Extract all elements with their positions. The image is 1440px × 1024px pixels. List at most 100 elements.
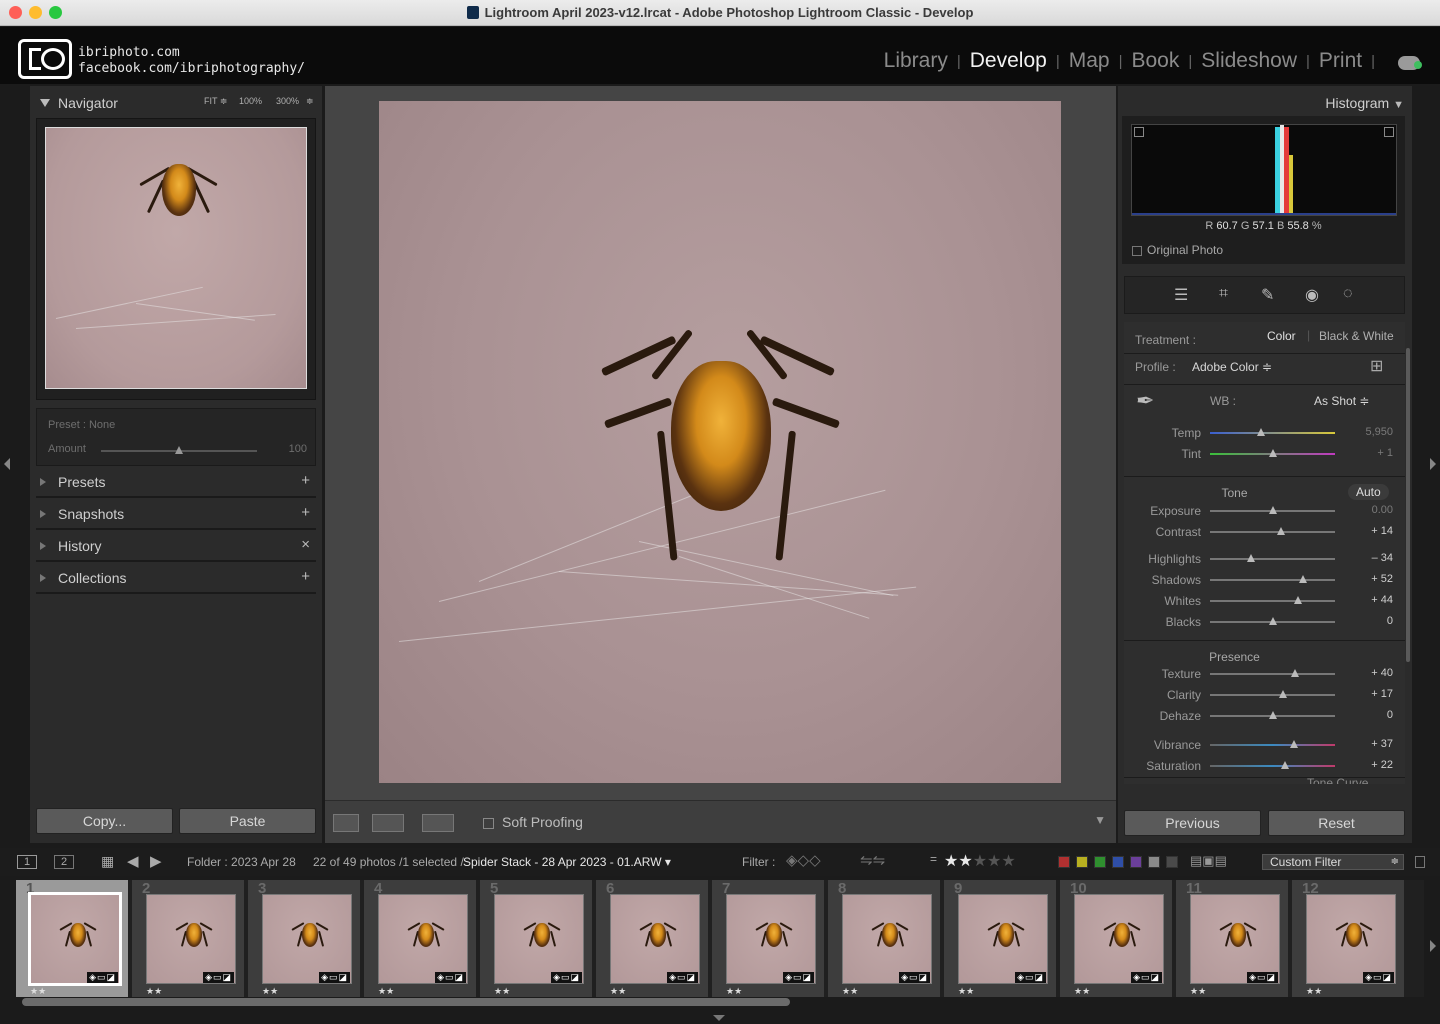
- color-label-swatch[interactable]: [1166, 856, 1178, 868]
- snapshots-section[interactable]: Snapshots +: [36, 500, 316, 530]
- slider-value-texture[interactable]: + 40: [1343, 667, 1393, 679]
- second-window-button[interactable]: 2: [54, 855, 75, 869]
- slider-value-clarity[interactable]: + 17: [1343, 688, 1393, 700]
- edit-badges-icon[interactable]: ◈▭◪: [203, 972, 234, 983]
- slider-thumb-exposure[interactable]: [1268, 506, 1277, 514]
- filmstrip-next-icon[interactable]: [1430, 940, 1436, 952]
- add-preset-icon[interactable]: +: [301, 472, 310, 489]
- edit-badges-icon[interactable]: ◈▭◪: [667, 972, 698, 983]
- zoom-more[interactable]: ≑: [306, 96, 314, 107]
- slider-track-vibrance[interactable]: [1210, 744, 1335, 746]
- copy-button[interactable]: Copy...: [36, 808, 173, 834]
- slider-track-texture[interactable]: [1210, 673, 1335, 675]
- soft-proofing-checkbox[interactable]: [483, 818, 494, 829]
- back-arrow-icon[interactable]: ◀: [127, 852, 139, 870]
- color-label-swatch[interactable]: [1148, 856, 1160, 868]
- filmstrip-cell[interactable]: 7 ◈▭◪ ★★: [712, 880, 826, 997]
- filmstrip-cell[interactable]: 6 ◈▭◪ ★★: [596, 880, 710, 997]
- zoom-100[interactable]: 100%: [239, 96, 262, 106]
- photo-thumbnail[interactable]: [610, 894, 700, 984]
- filmstrip-cell[interactable]: 4 ◈▭◪ ★★: [364, 880, 478, 997]
- filmstrip-cell[interactable]: 8 ◈▭◪ ★★: [828, 880, 942, 997]
- photo-thumbnail[interactable]: [726, 894, 816, 984]
- slider-track-whites[interactable]: [1210, 600, 1335, 602]
- slider-track-clarity[interactable]: [1210, 694, 1335, 696]
- rating-filter-stars[interactable]: ★★★★★: [944, 851, 1016, 871]
- color-label-swatch[interactable]: [1058, 856, 1070, 868]
- filmstrip-scrollbar[interactable]: [22, 998, 790, 1006]
- cloud-sync-icon[interactable]: [1398, 56, 1422, 70]
- photo-thumbnail[interactable]: [494, 894, 584, 984]
- folder-source[interactable]: Folder : 2023 Apr 28: [187, 855, 296, 869]
- right-panel-scrollbar[interactable]: [1406, 348, 1410, 662]
- slider-thumb-tint[interactable]: [1268, 449, 1277, 457]
- photo-thumbnail[interactable]: [842, 894, 932, 984]
- flag-filter-icons[interactable]: ◈◇◇: [786, 851, 821, 869]
- photo-thumbnail[interactable]: [378, 894, 468, 984]
- treatment-black-white[interactable]: Black & White: [1319, 329, 1394, 343]
- slider-value-whites[interactable]: + 44: [1343, 594, 1393, 606]
- treatment-color[interactable]: Color: [1267, 329, 1296, 343]
- wb-dropdown[interactable]: As Shot ≑: [1314, 394, 1369, 408]
- filmstrip-cell[interactable]: 3 ◈▭◪ ★★: [248, 880, 362, 997]
- slider-track-temp[interactable]: [1210, 432, 1335, 434]
- slider-thumb-clarity[interactable]: [1278, 690, 1287, 698]
- slider-thumb-temp[interactable]: [1257, 428, 1266, 436]
- slider-thumb-highlights[interactable]: [1247, 554, 1256, 562]
- zoom-fit[interactable]: FIT ≑: [204, 96, 227, 107]
- module-map[interactable]: Map: [1069, 49, 1110, 73]
- rating-operator[interactable]: =: [930, 852, 937, 866]
- filmstrip-cell[interactable]: 11 ◈▭◪ ★★: [1176, 880, 1290, 997]
- slider-track-highlights[interactable]: [1210, 558, 1335, 560]
- highlight-clipping-icon[interactable]: [1384, 127, 1394, 137]
- module-develop[interactable]: Develop: [970, 49, 1047, 73]
- custom-filter-dropdown[interactable]: Custom Filter ≑: [1262, 854, 1404, 870]
- collections-section[interactable]: Collections +: [36, 564, 316, 594]
- filmstrip-cell[interactable]: 1 ◈▭◪ ★★: [16, 880, 130, 997]
- slider-thumb-whites[interactable]: [1293, 596, 1302, 604]
- color-label-swatch[interactable]: [1094, 856, 1106, 868]
- slider-value-temp[interactable]: 5,950: [1343, 426, 1393, 438]
- edit-badges-icon[interactable]: ◈▭◪: [1363, 972, 1394, 983]
- photo-thumbnail[interactable]: [1074, 894, 1164, 984]
- forward-arrow-icon[interactable]: ▶: [150, 852, 162, 870]
- edit-sliders-icon[interactable]: ☰: [1174, 285, 1188, 305]
- edit-filter-icons[interactable]: ⇋⇋: [860, 851, 885, 869]
- photo-thumbnail[interactable]: [1306, 894, 1396, 984]
- photo-thumbnail[interactable]: [262, 894, 352, 984]
- slider-thumb-vibrance[interactable]: [1289, 740, 1298, 748]
- paste-button[interactable]: Paste: [179, 808, 316, 834]
- edit-badges-icon[interactable]: ◈▭◪: [87, 972, 118, 983]
- filmstrip-cell[interactable]: 9 ◈▭◪ ★★: [944, 880, 1058, 997]
- navigator-header[interactable]: Navigator: [40, 95, 118, 111]
- color-label-swatch[interactable]: [1076, 856, 1088, 868]
- photo-thumbnail[interactable]: [146, 894, 236, 984]
- slider-thumb-blacks[interactable]: [1268, 617, 1277, 625]
- slider-value-exposure[interactable]: 0.00: [1343, 504, 1393, 516]
- edit-badges-icon[interactable]: ◈▭◪: [783, 972, 814, 983]
- slider-thumb-shadows[interactable]: [1298, 575, 1307, 583]
- slider-value-contrast[interactable]: + 14: [1343, 525, 1393, 537]
- edit-badges-icon[interactable]: ◈▭◪: [1247, 972, 1278, 983]
- edit-badges-icon[interactable]: ◈▭◪: [319, 972, 350, 983]
- navigator-thumbnail[interactable]: [45, 127, 307, 389]
- edit-badges-icon[interactable]: ◈▭◪: [1015, 972, 1046, 983]
- white-balance-picker-icon[interactable]: ✒: [1136, 388, 1154, 414]
- filmstrip-cell[interactable]: 5 ◈▭◪ ★★: [480, 880, 594, 997]
- edit-badges-icon[interactable]: ◈▭◪: [551, 972, 582, 983]
- slider-thumb-contrast[interactable]: [1277, 527, 1286, 535]
- current-filename[interactable]: Spider Stack - 28 Apr 2023 - 01.ARW ▾: [463, 855, 671, 869]
- bottom-panel-toggle-icon[interactable]: [713, 1015, 725, 1021]
- main-photo[interactable]: [379, 101, 1061, 783]
- slider-thumb-texture[interactable]: [1291, 669, 1299, 677]
- amount-slider-thumb[interactable]: [175, 446, 183, 454]
- before-after-split-icon[interactable]: [422, 814, 454, 832]
- slider-value-dehaze[interactable]: 0: [1343, 709, 1393, 721]
- module-book[interactable]: Book: [1131, 49, 1179, 73]
- original-photo-checkbox[interactable]: [1132, 246, 1142, 256]
- history-section[interactable]: History ×: [36, 532, 316, 562]
- filter-view-icons[interactable]: ▤▣▤: [1190, 853, 1227, 869]
- module-library[interactable]: Library: [884, 49, 948, 73]
- left-panel-toggle-icon[interactable]: [4, 458, 10, 470]
- red-eye-icon[interactable]: ◉: [1305, 285, 1319, 305]
